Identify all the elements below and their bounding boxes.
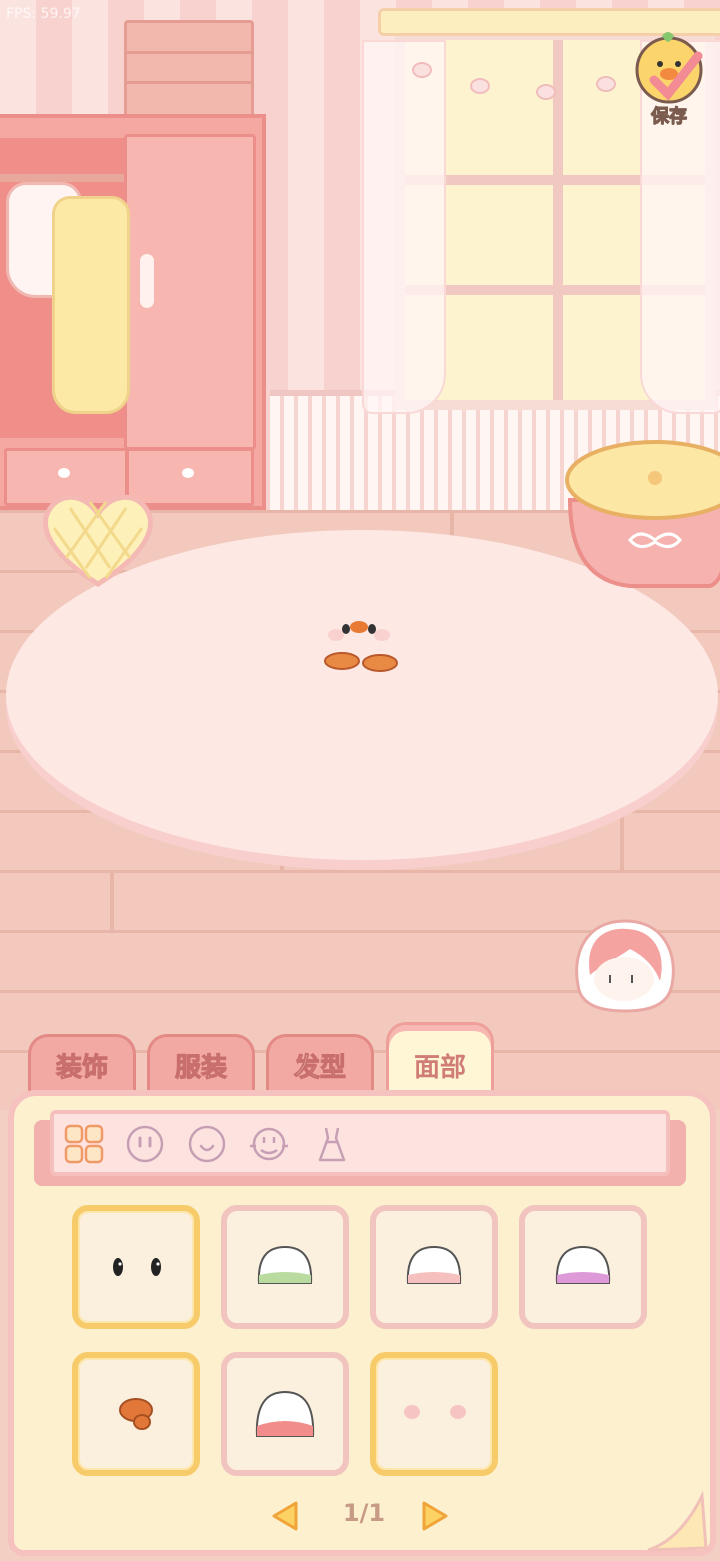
save-button[interactable]: 保存 [632,30,706,130]
storage-boxes [124,20,254,118]
pager: 1/1 [270,1493,460,1537]
garland-bead [470,78,490,94]
clothes-rod [0,174,124,182]
tab-hairstyle[interactable]: 发型 [266,1034,374,1092]
item-slot-mochi-red[interactable] [221,1352,349,1476]
blush-icon [404,1405,466,1419]
mochi-green-icon [257,1245,313,1284]
garland-bead [596,76,616,92]
face-eyes-icon[interactable] [125,1124,165,1164]
fps-counter: FPS: 59.97 [6,6,81,22]
page-curl-corner [647,1490,708,1552]
next-page-arrow-icon[interactable] [420,1501,450,1531]
grid-icon[interactable] [64,1124,104,1164]
pouf-stool [565,440,720,588]
player-character[interactable] [320,615,400,675]
heart-pillow [43,494,153,587]
mochi-pink-icon [406,1245,462,1284]
mochi-red-icon [255,1390,315,1437]
prev-page-arrow-icon[interactable] [270,1501,300,1531]
item-slot-mochi-purple[interactable] [519,1205,647,1329]
page-indicator: 1/1 [342,1499,386,1527]
item-slot-mochi-pink[interactable] [370,1205,498,1329]
npc-avatar[interactable] [570,915,680,1015]
tab-decoration[interactable]: 装饰 [28,1034,136,1092]
garland-bead [412,62,432,78]
yellow-dress [52,196,130,414]
duck-checkmark-icon [635,32,703,104]
item-slot-blush[interactable] [370,1352,498,1476]
item-slot-beak[interactable] [72,1352,200,1476]
beak-icon [119,1398,153,1430]
save-label: 保存 [651,106,688,128]
left-curtain [362,40,446,414]
mochi-purple-icon [555,1245,611,1284]
tab-clothing[interactable]: 服装 [147,1034,255,1092]
eyes-icon [113,1258,161,1276]
item-slot-eyes[interactable] [72,1205,200,1329]
garland-bead [536,84,556,100]
item-slot-mochi-green[interactable] [221,1205,349,1329]
tab-face[interactable]: 面部 [386,1022,494,1094]
face-blush-icon[interactable] [249,1124,289,1164]
smile-icon[interactable] [187,1124,227,1164]
dress-icon[interactable] [312,1124,352,1164]
